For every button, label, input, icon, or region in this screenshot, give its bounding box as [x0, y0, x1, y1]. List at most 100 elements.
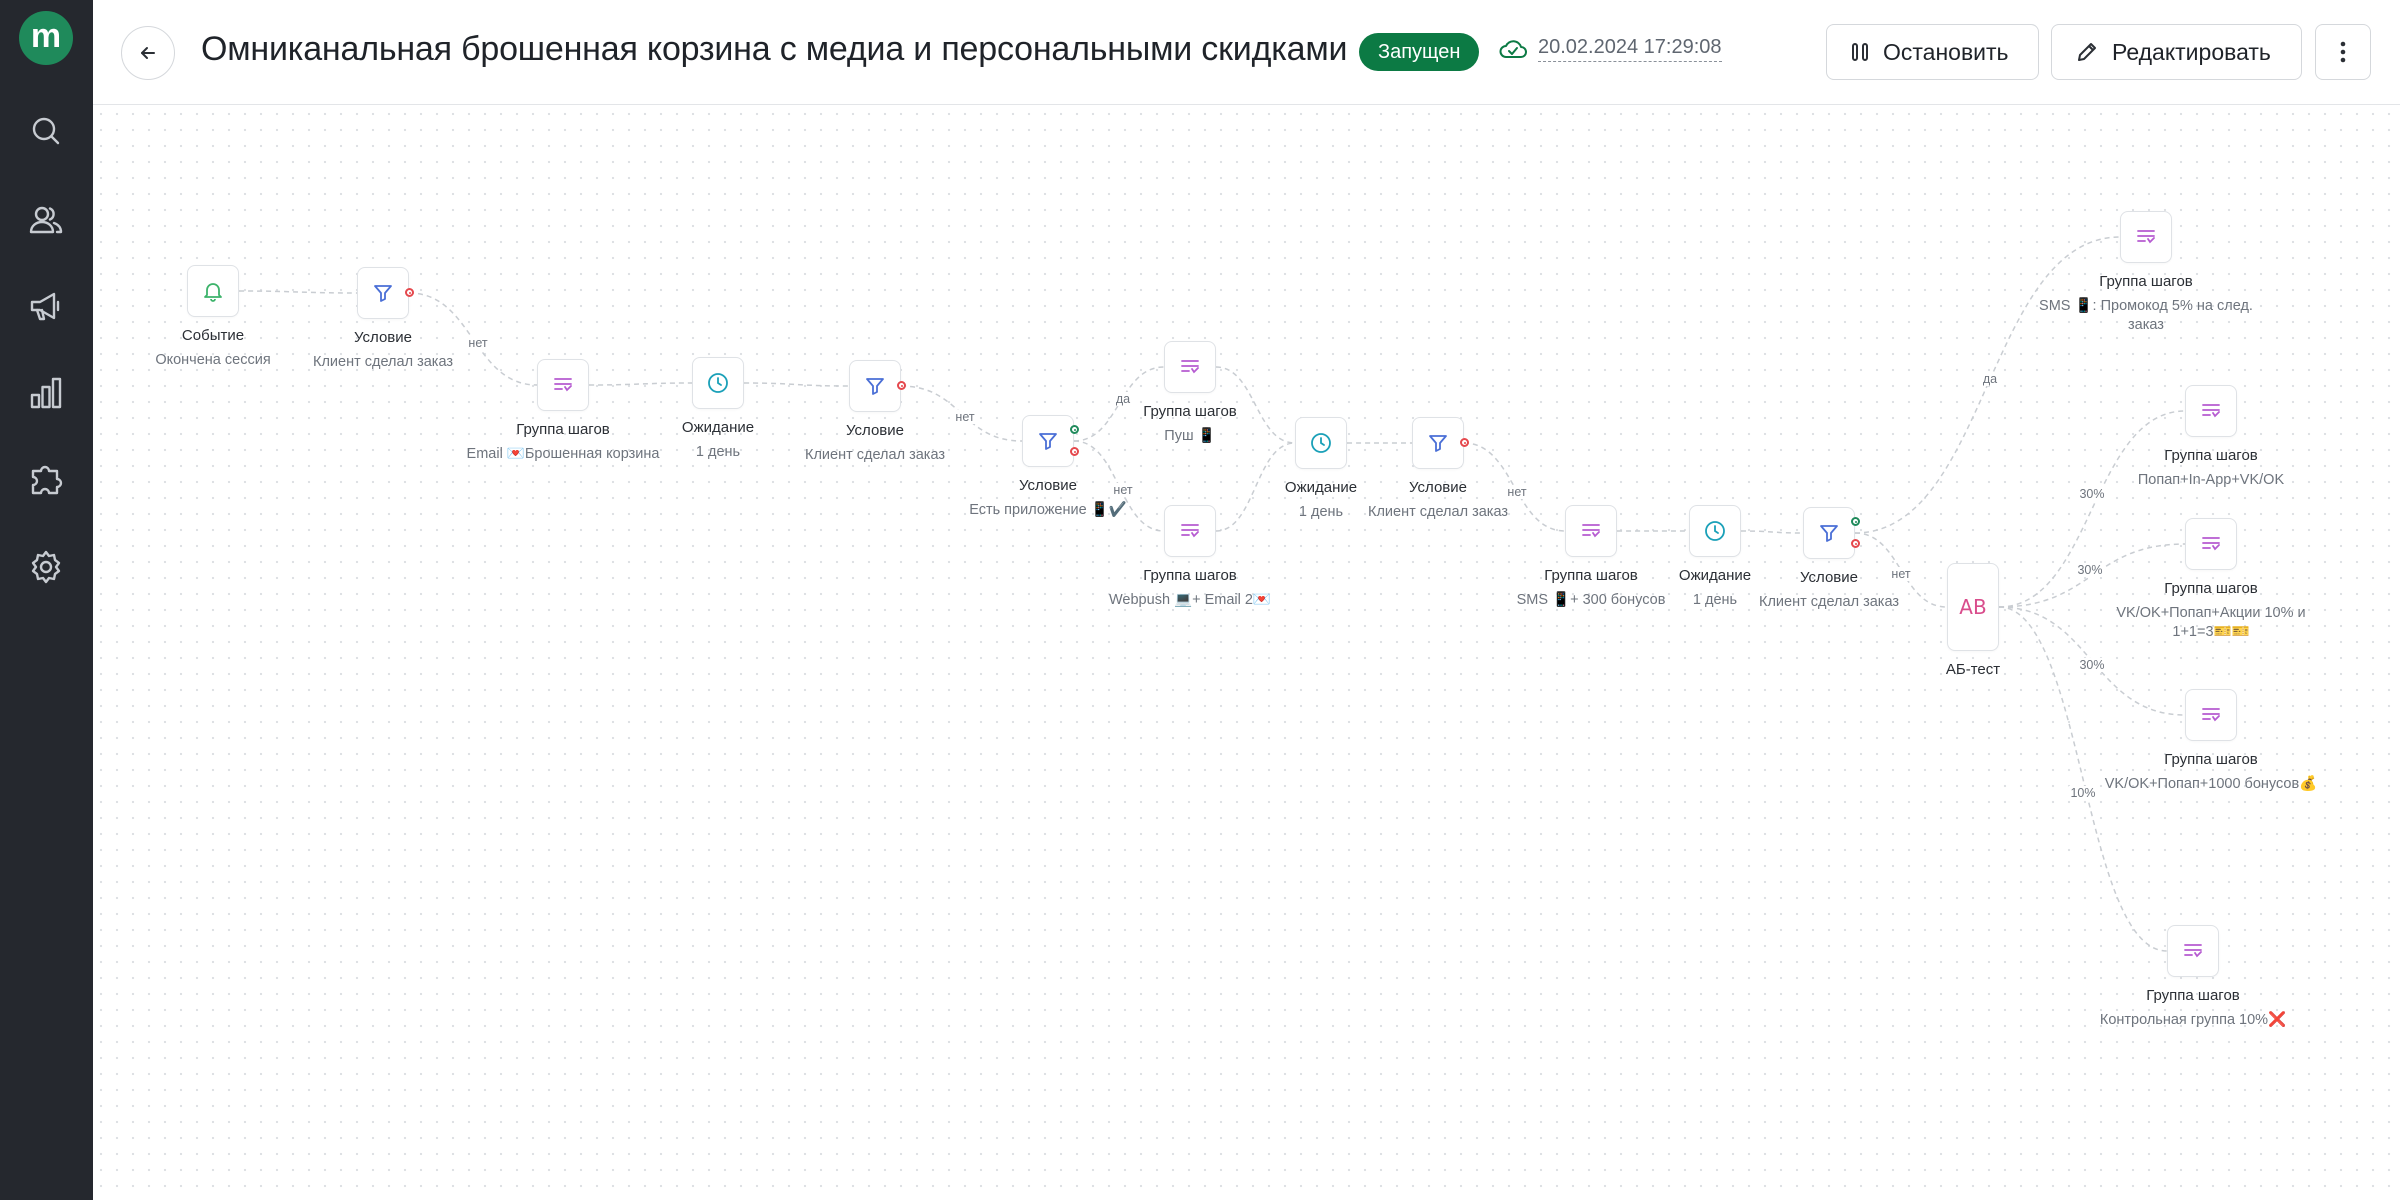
flow-node-event[interactable] — [187, 265, 239, 317]
filter-icon — [371, 281, 395, 305]
edge-label: 30% — [2075, 563, 2105, 577]
node-subtitle: Клиент сделал заказ — [1759, 594, 1899, 610]
node-title: Ожидание — [1678, 567, 1752, 584]
saved-date[interactable]: 20.02.2024 17:29:08 — [1538, 36, 1722, 62]
edge-label: да — [1980, 372, 2000, 386]
edit-button[interactable]: Редактировать — [2051, 24, 2302, 80]
edge-label: нет — [466, 336, 490, 350]
flow-node-group[interactable] — [1565, 505, 1617, 557]
node-title: Событие — [181, 327, 245, 344]
flow-node-group[interactable] — [1164, 505, 1216, 557]
node-subtitle: VK/OK+Попап+Акции 10% и 1+1=3🎫🎫 — [2116, 605, 2306, 640]
node-subtitle: Клиент сделал заказ — [313, 354, 453, 370]
flow-node-group[interactable] — [1164, 341, 1216, 393]
sidebar: m — [0, 0, 93, 1200]
status-badge: Запущен — [1359, 33, 1480, 71]
megaphone-icon — [30, 292, 60, 321]
no-port — [897, 381, 906, 390]
sidebar-item-settings[interactable] — [22, 543, 70, 591]
yes-port — [1851, 517, 1860, 526]
pencil-icon — [2078, 43, 2096, 61]
node-subtitle: VK/OK+Попап+1000 бонусов💰 — [2104, 776, 2318, 792]
arrow-left-icon — [141, 47, 155, 59]
more-button[interactable] — [2315, 24, 2371, 80]
node-title: Группа шагов — [516, 421, 610, 438]
back-button[interactable] — [121, 26, 175, 80]
step-group-icon — [551, 373, 575, 397]
flow-node-group[interactable] — [2185, 518, 2237, 570]
node-subtitle: Попап+In-App+VK/OK — [2137, 472, 2285, 488]
flow-edge — [1215, 442, 1296, 532]
node-subtitle: Email 💌Брошенная корзина — [466, 446, 660, 462]
no-port — [405, 288, 414, 297]
node-subtitle: Клиент сделал заказ — [1368, 504, 1508, 520]
flow-node-group[interactable] — [537, 359, 589, 411]
search-icon — [32, 117, 60, 145]
sidebar-item-campaigns[interactable] — [22, 282, 70, 330]
node-subtitle: SMS 📱+ 300 бонусов — [1516, 592, 1666, 608]
node-title: Группа шагов — [2164, 751, 2258, 768]
flow-node-condition[interactable] — [1412, 417, 1469, 469]
node-subtitle: 1 день — [1298, 504, 1344, 520]
users-icon — [29, 206, 63, 234]
saved-indicator: 20.02.2024 17:29:08 — [1498, 36, 1722, 62]
sidebar-item-search[interactable] — [22, 107, 70, 155]
flow-node-wait[interactable] — [692, 357, 744, 409]
node-subtitle: Клиент сделал заказ — [805, 447, 945, 463]
node-title: Группа шагов — [2164, 447, 2258, 464]
edge-label: нет — [1505, 485, 1529, 499]
node-title: Группа шагов — [1143, 403, 1237, 420]
clock-icon — [1309, 431, 1333, 455]
no-port — [1460, 438, 1469, 447]
edge-label: 30% — [2077, 658, 2107, 672]
node-title: Ожидание — [681, 419, 755, 436]
node-subtitle: Пуш 📱 — [1164, 428, 1216, 444]
filter-icon — [1036, 429, 1060, 453]
edge-label: нет — [953, 410, 977, 424]
flow-node-wait[interactable] — [1689, 505, 1741, 557]
filter-icon — [1426, 431, 1450, 455]
node-title: Условие — [354, 329, 412, 346]
sidebar-item-integrations[interactable] — [22, 455, 70, 503]
flow-node-wait[interactable] — [1295, 417, 1347, 469]
node-subtitle: SMS 📱: Промокод 5% на след. заказ — [2039, 298, 2253, 333]
no-port — [1851, 539, 1860, 548]
node-title: Условие — [1800, 569, 1858, 586]
flow-node-ab[interactable]: AB — [1947, 563, 1999, 651]
node-title: Условие — [1409, 479, 1467, 496]
node-subtitle: Webpush 💻+ Email 2💌 — [1109, 592, 1271, 608]
header: Омниканальная брошенная корзина с медиа … — [93, 0, 2400, 105]
step-group-icon — [2181, 939, 2205, 963]
step-group-icon — [2199, 399, 2223, 423]
stop-label: Остановить — [1883, 38, 2009, 65]
flow-edge — [238, 290, 358, 294]
edge-label: 10% — [2068, 786, 2098, 800]
node-title: Группа шагов — [2164, 580, 2258, 597]
stop-button[interactable]: Остановить — [1826, 24, 2039, 80]
node-title: Группа шагов — [2146, 987, 2240, 1004]
flow-node-group[interactable] — [2120, 211, 2172, 263]
more-vertical-icon — [2340, 41, 2346, 63]
flow-node-group[interactable] — [2167, 925, 2219, 977]
ab-test-icon: AB — [1959, 595, 1987, 619]
sidebar-item-analytics[interactable] — [22, 369, 70, 417]
filter-icon — [1817, 521, 1841, 545]
clock-icon — [1703, 519, 1727, 543]
node-subtitle: 1 день — [1692, 592, 1738, 608]
flow-node-condition[interactable] — [1803, 507, 1860, 559]
flow-edge — [588, 382, 693, 386]
flow-canvas[interactable]: нет нет да нет нет да нет 30% 30% 30% 10% Событие Ок… — [93, 106, 2400, 1200]
puzzle-icon — [31, 465, 63, 495]
logo[interactable]: m — [19, 11, 73, 65]
flow-node-condition[interactable] — [1022, 415, 1079, 467]
gear-icon — [31, 550, 61, 584]
edge-label: да — [1113, 392, 1133, 406]
node-title: Условие — [846, 422, 904, 439]
sidebar-item-audience[interactable] — [22, 196, 70, 244]
flow-node-group[interactable] — [2185, 385, 2237, 437]
flow-node-condition[interactable] — [849, 360, 906, 412]
flow-node-group[interactable] — [2185, 689, 2237, 741]
flow-node-condition[interactable] — [357, 267, 414, 319]
node-title: Группа шагов — [2099, 273, 2193, 290]
node-title: Условие — [1019, 477, 1077, 494]
